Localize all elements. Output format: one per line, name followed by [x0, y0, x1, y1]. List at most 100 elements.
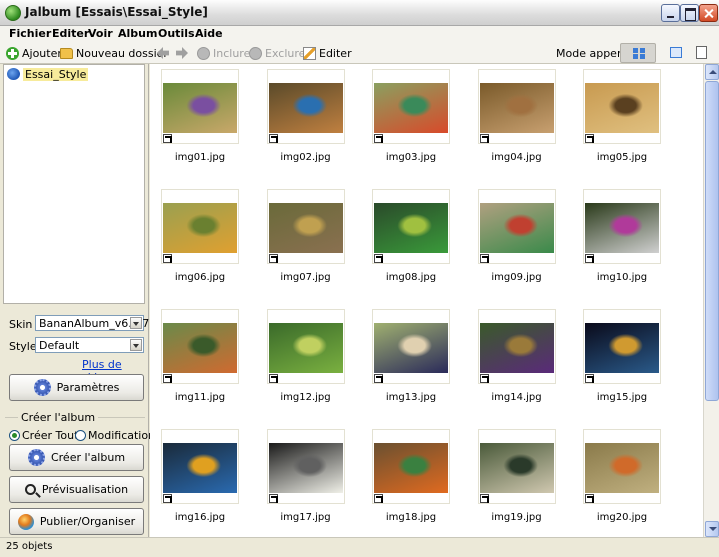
window-title: Jalbum [Essais\Essai_Style]	[25, 5, 208, 19]
minimize-button[interactable]	[661, 4, 680, 22]
thumbnail-caption: img06.jpg	[174, 272, 226, 283]
view-list-button[interactable]	[658, 43, 694, 63]
thumbnail[interactable]	[477, 309, 556, 384]
close-button[interactable]	[699, 4, 718, 22]
vertical-scrollbar[interactable]	[703, 64, 719, 537]
thumbnail[interactable]	[477, 189, 556, 264]
shortcut-arrow-icon	[268, 494, 278, 503]
thumbnail-caption: img15.jpg	[596, 392, 648, 403]
thumbnail[interactable]	[372, 189, 450, 264]
menu-editer[interactable]: Editer	[52, 27, 89, 40]
chevron-down-icon	[130, 339, 142, 351]
preview-button[interactable]: Prévisualisation	[9, 476, 144, 503]
thumbnail[interactable]	[583, 189, 661, 264]
shortcut-arrow-icon	[585, 254, 594, 263]
thumbnail-image	[374, 203, 448, 253]
create-section-title: Créer l'album	[18, 411, 99, 424]
settings-button[interactable]: Paramètres	[9, 374, 144, 401]
thumbnail[interactable]	[266, 309, 345, 384]
create-album-button[interactable]: Créer l'album	[9, 444, 144, 471]
edit-button[interactable]: Editer	[303, 45, 352, 61]
thumbnail-caption: img10.jpg	[596, 272, 648, 283]
changes-radio[interactable]	[75, 430, 86, 441]
thumbnail-caption: img07.jpg	[280, 272, 331, 283]
create-all-label[interactable]: Créer Tout	[22, 429, 78, 442]
thumbnail[interactable]	[372, 309, 450, 384]
thumbnail-image	[268, 323, 343, 373]
shortcut-arrow-icon	[479, 374, 489, 383]
thumbnail-image	[268, 83, 343, 133]
create-all-radio[interactable]	[9, 430, 20, 441]
view-thumbnails-button[interactable]	[620, 43, 656, 63]
thumbnail-caption: img13.jpg	[385, 392, 437, 403]
thumbnail[interactable]	[161, 189, 239, 264]
magnifier-icon	[24, 484, 36, 495]
menu-aide[interactable]: Aide	[195, 27, 223, 40]
project-tree: Essai_Style	[3, 64, 145, 304]
thumbnail-image	[374, 323, 448, 373]
thumbnail-image	[479, 443, 554, 493]
thumbnail[interactable]	[477, 69, 556, 144]
jalbum-app-icon[interactable]	[5, 5, 21, 21]
thumbnail[interactable]	[161, 69, 239, 144]
scroll-thumb[interactable]	[705, 81, 719, 401]
view-single-button[interactable]	[690, 43, 716, 63]
thumbnail-caption: img17.jpg	[280, 512, 331, 523]
thumbnail[interactable]	[266, 189, 345, 264]
shortcut-arrow-icon	[268, 134, 278, 143]
left-panel: Essai_Style Skin BananAlbum_v6.0.7 Style…	[0, 64, 161, 537]
thumbnail-image	[163, 203, 237, 253]
thumbnail-image	[268, 443, 343, 493]
menu-voir[interactable]: Voir	[88, 27, 113, 40]
publish-button[interactable]: Publier/Organiser	[9, 508, 144, 535]
thumbnail-caption: img16.jpg	[174, 512, 226, 523]
thumbnail-caption: img11.jpg	[174, 392, 226, 403]
thumbnail[interactable]	[161, 429, 239, 504]
thumbnail-grid: img01.jpg img02.jpg img03.jpg img04.jpg img0…	[150, 64, 703, 537]
thumbnail-image	[268, 203, 343, 253]
thumbnail[interactable]	[372, 429, 450, 504]
new-folder-button[interactable]: Nouveau dossier	[60, 45, 168, 61]
shortcut-arrow-icon	[374, 254, 383, 263]
arrow-left-icon	[157, 47, 169, 59]
include-button[interactable]: Inclure	[197, 45, 250, 61]
scroll-down-button[interactable]	[705, 521, 719, 537]
menu-album[interactable]: Album	[118, 27, 157, 40]
move-left-button[interactable]	[157, 45, 169, 61]
move-right-button[interactable]	[176, 45, 188, 61]
menu-fichier[interactable]: Fichier	[9, 27, 51, 40]
add-button[interactable]: Ajouter	[6, 45, 62, 61]
thumbnail-caption: img18.jpg	[385, 512, 437, 523]
title-bar: Jalbum [Essais\Essai_Style]	[0, 0, 719, 26]
thumbnail[interactable]	[372, 69, 450, 144]
scroll-up-button[interactable]	[705, 64, 719, 80]
shortcut-arrow-icon	[585, 374, 594, 383]
thumbnail-caption: img19.jpg	[491, 512, 542, 523]
thumbnail-image	[163, 83, 237, 133]
thumbnail-image	[374, 443, 448, 493]
menu-outils[interactable]: Outils	[158, 27, 195, 40]
thumbnail-caption: img12.jpg	[280, 392, 331, 403]
style-select[interactable]: Default	[35, 337, 144, 353]
chevron-down-icon	[130, 317, 142, 329]
exclude-icon	[249, 46, 262, 60]
thumbnail[interactable]	[583, 309, 661, 384]
shortcut-arrow-icon	[479, 494, 489, 503]
thumbnail[interactable]	[477, 429, 556, 504]
thumbnail[interactable]	[583, 69, 661, 144]
shortcut-arrow-icon	[479, 134, 489, 143]
maximize-button[interactable]	[680, 4, 699, 22]
tree-item-root[interactable]: Essai_Style	[7, 67, 89, 81]
shortcut-arrow-icon	[163, 254, 172, 263]
thumbnail-image	[479, 203, 554, 253]
thumbnail[interactable]	[161, 309, 239, 384]
exclude-button[interactable]: Exclure	[249, 45, 305, 61]
skin-select[interactable]: BananAlbum_v6.0.7	[35, 315, 149, 331]
thumbnail[interactable]	[266, 429, 345, 504]
edit-icon	[303, 46, 316, 60]
thumbnail-image	[163, 443, 237, 493]
toolbar: Ajouter Nouveau dossier Inclure Exclure …	[0, 42, 719, 64]
skin-label: Skin	[9, 318, 33, 331]
thumbnail[interactable]	[266, 69, 345, 144]
thumbnail[interactable]	[583, 429, 661, 504]
